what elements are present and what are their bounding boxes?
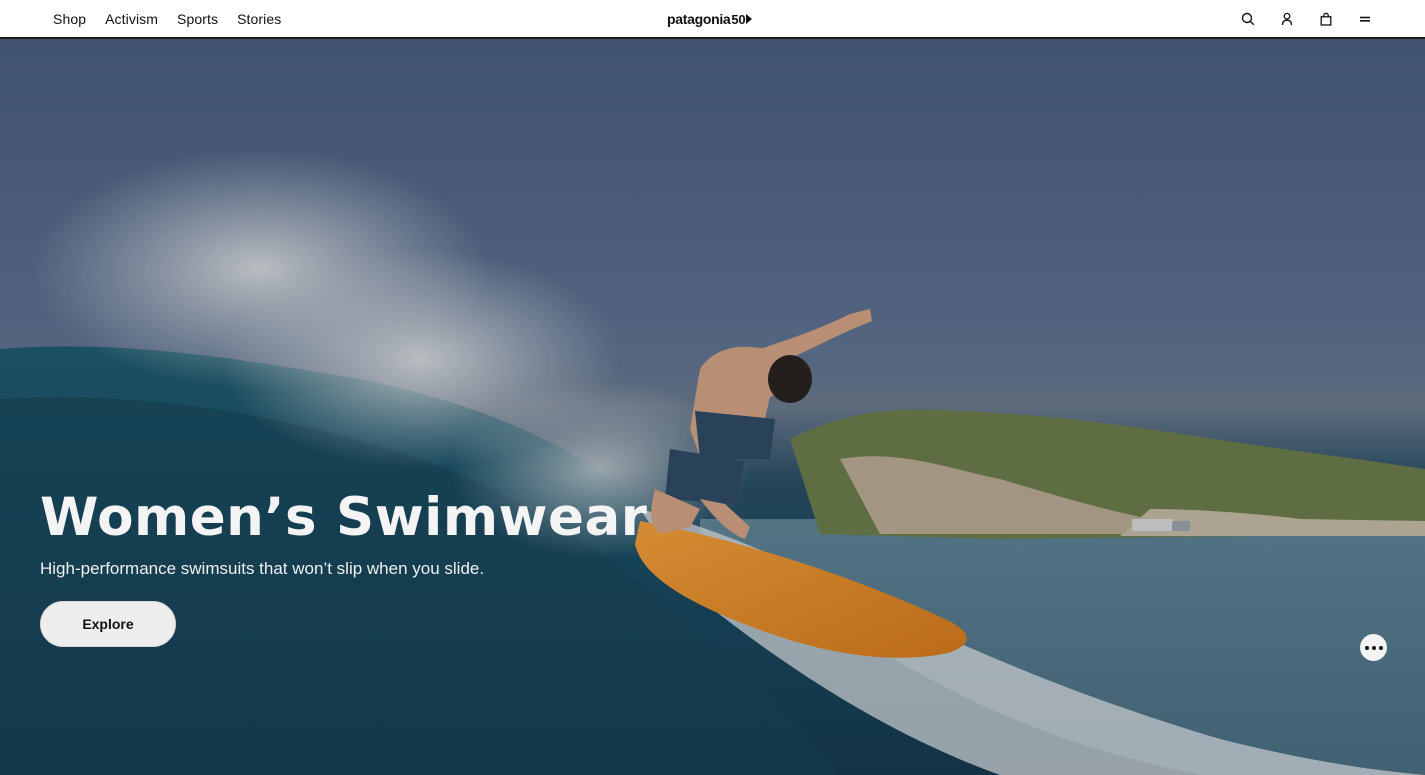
cart-icon[interactable] (1318, 11, 1334, 27)
logo-wordmark: patagonia (667, 11, 731, 27)
hero-image-overlay (0, 39, 1425, 775)
nav-link-activism[interactable]: Activism (105, 11, 158, 27)
hero-subtitle: High-performance swimsuits that won’t sl… (40, 559, 485, 578)
logo-play-triangle (746, 14, 753, 24)
dot-icon (1378, 645, 1383, 650)
search-icon[interactable] (1240, 11, 1256, 27)
account-icon[interactable] (1279, 11, 1295, 27)
top-navigation-bar: Shop Activism Sports Stories patagonia 5… (0, 0, 1425, 39)
more-options-button[interactable] (1360, 634, 1387, 661)
patagonia-50-logo[interactable]: patagonia 50 (667, 8, 753, 30)
nav-link-shop[interactable]: Shop (53, 11, 86, 27)
primary-nav: Shop Activism Sports Stories (53, 0, 300, 37)
hero-banner: Women’s Swimwear High-performance swimsu… (0, 39, 1425, 775)
dot-icon (1364, 645, 1369, 650)
nav-link-stories[interactable]: Stories (237, 11, 281, 27)
dot-icon (1371, 645, 1376, 650)
explore-button[interactable]: Explore (40, 601, 176, 647)
logo-anniversary-number: 50 (731, 11, 746, 27)
menu-icon[interactable] (1357, 11, 1373, 27)
nav-link-sports[interactable]: Sports (177, 11, 218, 27)
header-icons (1240, 0, 1373, 37)
hero-title: Women’s Swimwear (40, 487, 648, 548)
